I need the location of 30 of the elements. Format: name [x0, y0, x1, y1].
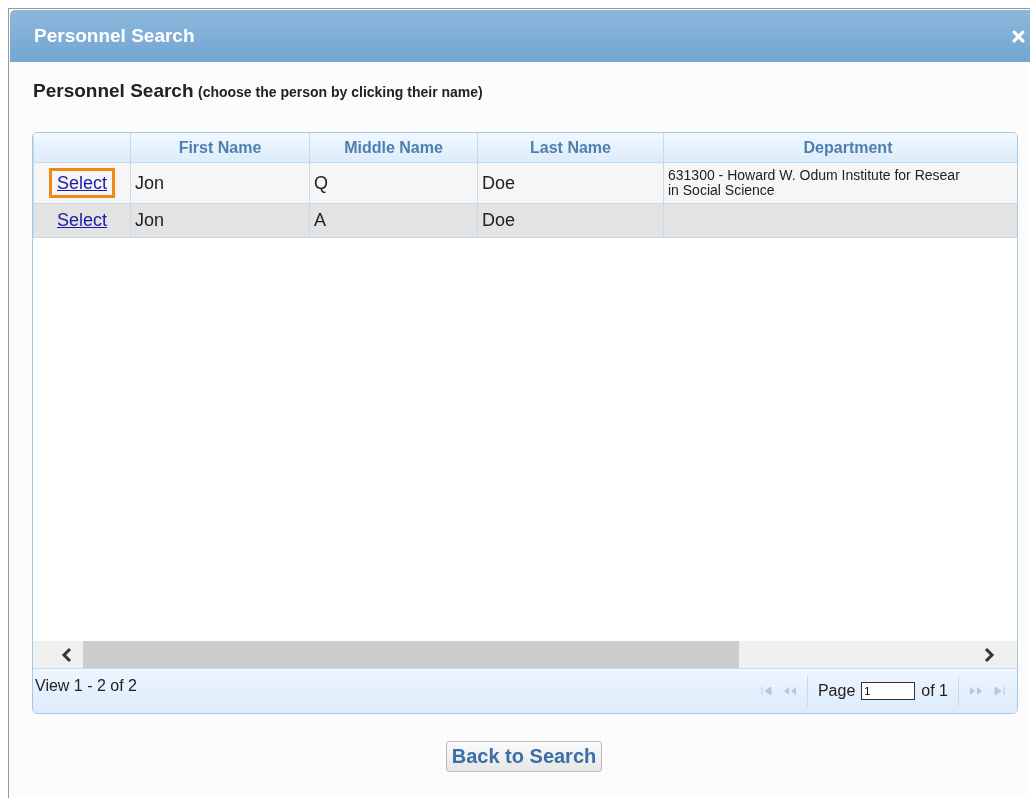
first-page-icon[interactable] [760, 687, 773, 695]
window-title: Personnel Search [34, 25, 195, 47]
scrollbar-thumb[interactable] [83, 641, 739, 668]
last-page-icon[interactable] [993, 687, 1005, 695]
table-cell: 631300 - Howard W. Odum Institute for Resear in Social Science [668, 167, 960, 198]
page-label: Page [817, 682, 856, 700]
table-cell: Doe [482, 210, 516, 230]
table-cell: Jon [135, 172, 165, 193]
column-header: First Name [130, 133, 310, 163]
scroll-right-icon[interactable] [983, 646, 995, 663]
back-button[interactable]: Back to Search [445, 741, 603, 772]
table-cell: A [314, 210, 326, 230]
scroll-left-icon[interactable] [61, 646, 73, 663]
select-link[interactable]: Select [49, 205, 115, 235]
horizontal-scrollbar[interactable] [33, 641, 1017, 669]
record-count: View 1 - 2 of 2 [35, 677, 137, 695]
section-hint: (choose the person by clicking their name) [198, 84, 483, 100]
select-link[interactable]: Select [49, 167, 115, 198]
close-icon[interactable] [1012, 29, 1025, 43]
table-cell: Q [314, 172, 328, 193]
table-cell: Jon [135, 210, 165, 230]
page-total: of 1 [921, 682, 948, 700]
next-page-icon[interactable] [969, 687, 983, 695]
column-header: Last Name [477, 133, 664, 163]
column-header: Department [663, 133, 1017, 163]
section-title: Personnel Search [33, 80, 194, 101]
previous-page-icon[interactable] [782, 687, 797, 695]
table-cell: Doe [482, 172, 516, 193]
page-input[interactable]: 1 [861, 682, 916, 700]
column-header: Middle Name [309, 133, 478, 163]
